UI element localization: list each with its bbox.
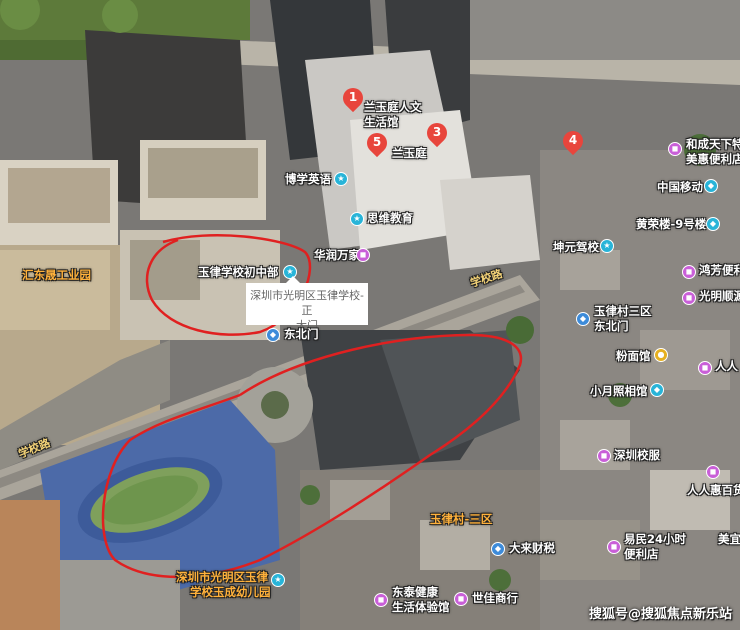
poi-label-shijia: 世佳商行 [472,591,518,605]
shopping-icon[interactable]: ◼ [597,449,611,463]
gate-icon[interactable]: ◆ [576,312,590,326]
poi-label-siwei: 思维教育 [367,211,413,225]
poi-label-boxue: 博学英语 [285,172,331,186]
poi-label-school: 玉律学校初中部 [198,265,279,279]
education-icon[interactable]: ★ [334,172,348,186]
building-icon[interactable]: ◆ [706,217,720,231]
poi-label-yimin-2: 便利店 [624,547,659,561]
driving-school-icon[interactable]: ★ [600,239,614,253]
poi-label-lanyu-2: 生活馆 [364,115,399,129]
poi-label-kindergarten-1: 深圳市光明区玉律 [176,570,268,584]
poi-label-dongbeimen: 东北门 [284,327,319,341]
poi-label-kunyuan: 坤元驾校 [553,240,599,254]
education-icon[interactable]: ★ [350,212,364,226]
shopping-icon[interactable]: ◼ [682,265,696,279]
gate-icon[interactable]: ◆ [266,328,280,342]
map-pin-5[interactable]: 5 [362,128,392,159]
shopping-icon[interactable]: ◼ [682,291,696,305]
poi-label-yimin-1: 易民24小时 [624,532,687,546]
poi-label-dongtai-1: 东泰健康 [392,585,438,599]
poi-label-meiyi: 美宜 [718,532,740,546]
watermark: 搜狐号@搜狐焦点新乐站 [588,607,732,622]
shopping-icon[interactable]: ◼ [706,465,720,479]
shopping-icon[interactable]: ◼ [454,592,468,606]
poi-label-rongcheng-1: 和成天下特 [686,137,740,151]
poi-label-renren-supermarket: 人人惠百货 [687,483,740,497]
callout-line-1: 深圳市光明区玉律学校-正 [250,289,364,317]
poi-label-dongtai-2: 生活体验馆 [392,600,450,614]
shopping-icon[interactable]: ◼ [698,361,712,375]
poi-label-xiaoyue: 小月照相馆 [590,384,648,398]
poi-label-lanyu-zhi: 兰玉庭 [392,146,427,160]
poi-label-dalai: 大来财税 [509,541,555,555]
telecom-icon[interactable]: ◆ [704,179,718,193]
poi-label-yulv-3qu-road: 玉律村-三区 [430,512,493,526]
school-icon[interactable]: ★ [271,573,285,587]
poi-label-shenzhen-xiaofu: 深圳校服 [614,448,660,462]
map-pin-1[interactable]: 1 [338,83,368,114]
poi-label-kindergarten-2: 学校玉成幼儿园 [190,585,271,599]
restaurant-icon[interactable]: ● [654,348,668,362]
finance-icon[interactable]: ◆ [491,542,505,556]
shopping-icon[interactable]: ◼ [356,248,370,262]
satellite-map[interactable]: 1 5 3 4 兰玉庭人文 生活馆 兰玉庭 博学英语 ★ ★ 思维教育 华润万家… [0,0,740,630]
shopping-icon[interactable]: ◼ [607,540,621,554]
photo-icon[interactable]: ◆ [650,383,664,397]
location-callout: 深圳市光明区玉律学校-正 大门 [246,276,368,332]
shopping-icon[interactable]: ◼ [374,593,388,607]
poi-label-lanyu-1: 兰玉庭人文 [364,100,422,114]
poi-label-fenmian: 粉面馆 [616,349,651,363]
shopping-icon[interactable]: ◼ [668,142,682,156]
poi-label-rongcheng-2: 美惠便利店 [686,152,740,166]
poi-label-china-mobile: 中国移动 [657,180,703,194]
poi-label-guangming: 光明顺源 [699,289,740,303]
poi-label-factory: 汇东晟工业园 [22,268,91,282]
poi-label-huarun: 华润万家 [314,248,360,262]
poi-label-dongbeimen-2: 东北门 [594,319,629,333]
poi-label-yulv-3qu: 玉律村三区 [594,304,652,318]
map-pin-4[interactable]: 4 [558,126,588,157]
poi-label-huangrong: 黄荣楼-9号楼 [636,217,707,231]
poi-label-hongfang: 鸿芳便利 [699,263,740,277]
poi-label-renren: 人人 [715,359,738,373]
map-pin-3[interactable]: 3 [422,118,452,149]
